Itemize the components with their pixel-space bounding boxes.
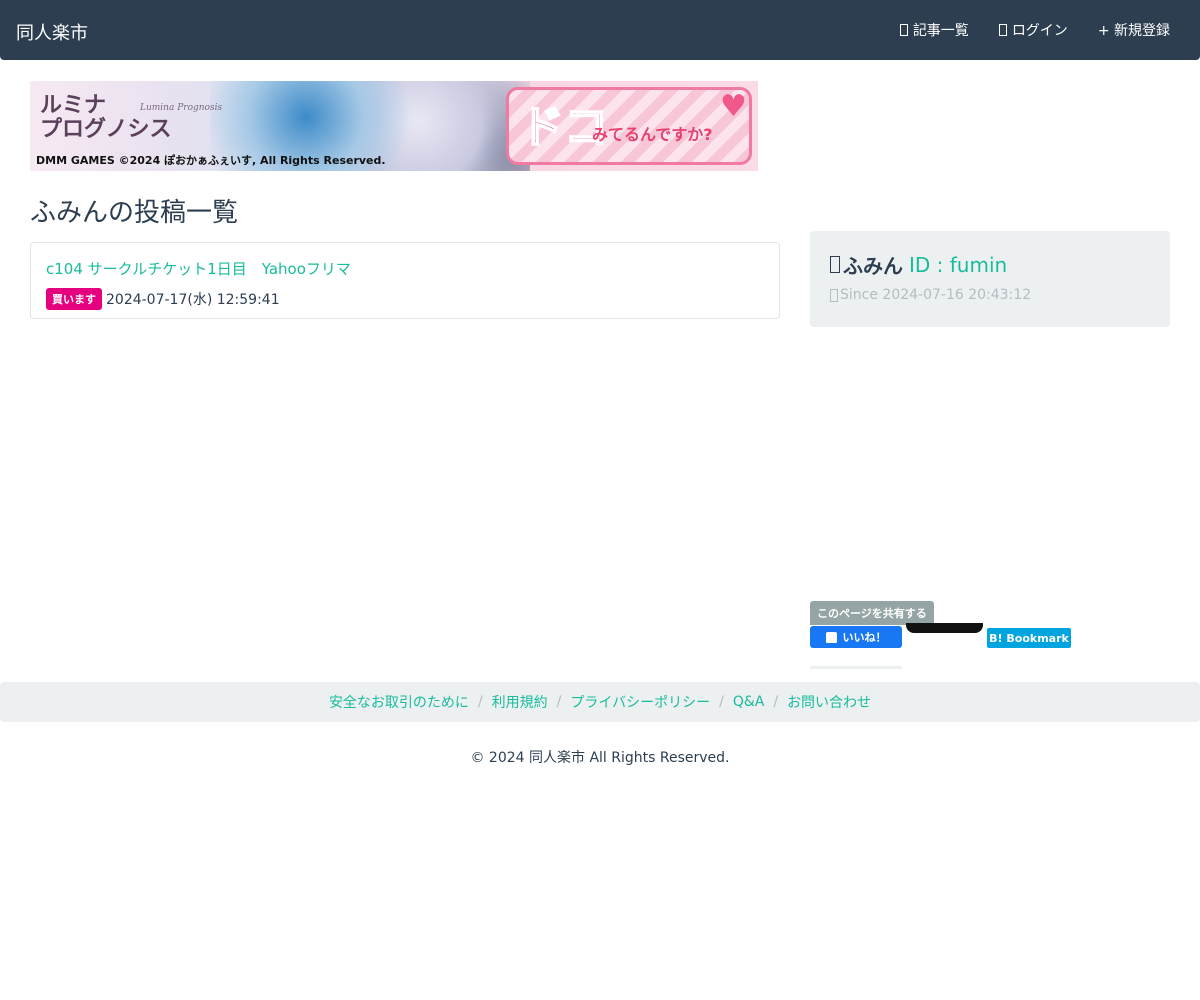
site-brand[interactable]: 同人楽市	[16, 19, 88, 45]
footer-separator: /	[477, 694, 483, 710]
ad-banner[interactable]: ルミナ プログノシス Lumina Prognosis ドコ みてるんですか? …	[30, 81, 758, 171]
nav-item-login[interactable]: ログイン	[998, 20, 1068, 40]
status-badge: 買います	[46, 288, 102, 310]
profile-name: ふみん	[843, 254, 903, 278]
clock-icon	[830, 288, 838, 302]
x-share-button[interactable]	[906, 623, 983, 633]
profile-since: Since 2024-07-16 20:43:12	[840, 287, 1032, 303]
footer-separator: /	[773, 694, 779, 710]
login-icon	[998, 24, 1007, 36]
nav-item-label: 記事一覧	[912, 23, 969, 39]
footer-separator: /	[556, 694, 562, 710]
profile-id: ID : fumin	[909, 252, 1008, 277]
footer-link-contact[interactable]: お問い合わせ	[787, 692, 871, 712]
banner-copyright: DMM GAMES ©2024 ぽおかぁふぇいす, All Rights Res…	[36, 154, 386, 167]
post-date: 2024-07-17(水) 12:59:41	[106, 292, 280, 308]
footer-link-terms[interactable]: 利用規約	[492, 692, 548, 712]
facebook-like-button[interactable]: いいね！	[810, 626, 902, 648]
nav-item-label: ログイン	[1011, 23, 1068, 39]
share-label: このページを共有する	[810, 601, 934, 625]
nav-item-articles[interactable]: 記事一覧	[899, 20, 969, 40]
footer-link-privacy[interactable]: プライバシーポリシー	[570, 692, 710, 712]
banner-logo: ルミナ プログノシス	[40, 92, 172, 142]
facebook-like-label: いいね！	[842, 631, 887, 644]
thumbs-up-icon	[825, 631, 837, 643]
banner-logo-subtitle: Lumina Prognosis	[140, 103, 223, 113]
navbar: 同人楽市 記事一覧 ログイン + 新規登録	[0, 0, 1200, 60]
footer-nav: 安全なお取引のために / 利用規約 / プライバシーポリシー / Q&A / お…	[0, 682, 1200, 722]
footer-separator: /	[719, 694, 724, 710]
post-meta: 買います 2024-07-17(水) 12:59:41	[46, 288, 280, 310]
profile-name-row: ふみん ID : fumin	[830, 250, 1007, 279]
footer-link-safety[interactable]: 安全なお取引のために	[329, 692, 469, 712]
post-title-link[interactable]: c104 サークルチケット1日目 Yahooフリマ	[46, 258, 351, 279]
footer-copyright: © 2024 同人楽市 All Rights Reserved.	[470, 750, 730, 766]
page-title: ふみんの投稿一覧	[30, 198, 239, 228]
hatena-bookmark-button[interactable]: B! Bookmark	[987, 628, 1071, 648]
profile-panel: ふみん ID : fumin Since 2024-07-16 20:43:12	[810, 231, 1170, 327]
list-item: c104 サークルチケット1日目 Yahooフリマ 買います 2024-07-1…	[30, 242, 780, 319]
heart-icon: ♥	[720, 89, 747, 124]
banner-catchphrase: みてるんですか?	[592, 125, 713, 144]
footer-link-qa[interactable]: Q&A	[733, 694, 765, 710]
profile-since-row: Since 2024-07-16 20:43:12	[830, 287, 1031, 303]
nav-item-label: + 新規登録	[1097, 23, 1170, 39]
share-divider	[810, 666, 902, 669]
list-icon	[899, 24, 908, 36]
nav-item-register[interactable]: + 新規登録	[1098, 20, 1170, 40]
user-icon	[830, 256, 840, 273]
nav-links: 記事一覧 ログイン + 新規登録	[870, 0, 1170, 60]
